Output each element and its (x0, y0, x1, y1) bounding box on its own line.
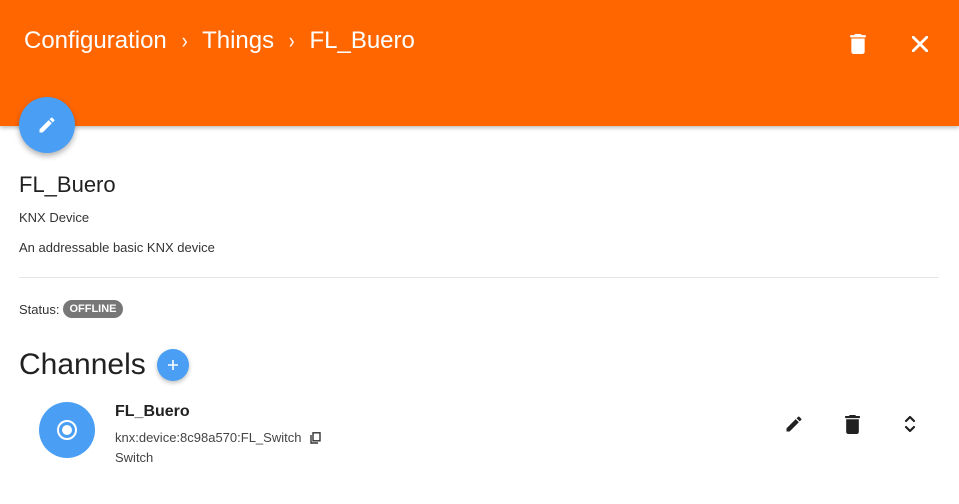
breadcrumb-configuration[interactable]: Configuration (24, 27, 167, 55)
channel-uid-row: knx:device:8c98a570:FL_Switch (115, 430, 322, 445)
channels-heading: Channels (19, 348, 146, 381)
app-header: Configuration › Things › FL_Buero (0, 0, 959, 126)
trash-icon (850, 34, 866, 54)
thing-title: FL_Buero (19, 172, 116, 197)
breadcrumb-things[interactable]: Things (202, 27, 274, 55)
radio-target-icon (57, 420, 77, 440)
unfold-icon (904, 415, 916, 433)
copy-uid-button[interactable] (310, 431, 322, 444)
breadcrumb: Configuration › Things › FL_Buero (24, 26, 415, 56)
divider (19, 277, 939, 278)
edit-thing-button[interactable] (19, 97, 75, 153)
channel-type: Switch (115, 450, 154, 465)
channel-name: FL_Buero (115, 403, 190, 420)
breadcrumb-separator: › (181, 28, 188, 53)
status-label: Status: (19, 301, 60, 317)
channel-uid: knx:device:8c98a570:FL_Switch (115, 430, 302, 445)
delete-thing-button[interactable] (842, 28, 874, 60)
breadcrumb-separator: › (288, 28, 295, 53)
trash-icon (844, 414, 860, 434)
edit-channel-button[interactable] (780, 410, 808, 438)
pencil-icon (786, 416, 802, 432)
breadcrumb-current-thing: FL_Buero (309, 27, 415, 54)
status-badge: OFFLINE (63, 300, 123, 318)
plus-icon (168, 360, 178, 370)
thing-status: Status: OFFLINE (19, 300, 123, 318)
thing-description: An addressable basic KNX device (19, 240, 215, 255)
pencil-icon (39, 117, 55, 133)
add-channel-button[interactable] (157, 349, 189, 381)
close-icon (912, 36, 928, 52)
close-button[interactable] (904, 28, 936, 60)
channel-avatar (39, 402, 95, 458)
thing-type: KNX Device (19, 210, 90, 225)
delete-channel-button[interactable] (838, 410, 866, 438)
copy-icon (310, 431, 322, 444)
expand-channel-button[interactable] (896, 410, 924, 438)
